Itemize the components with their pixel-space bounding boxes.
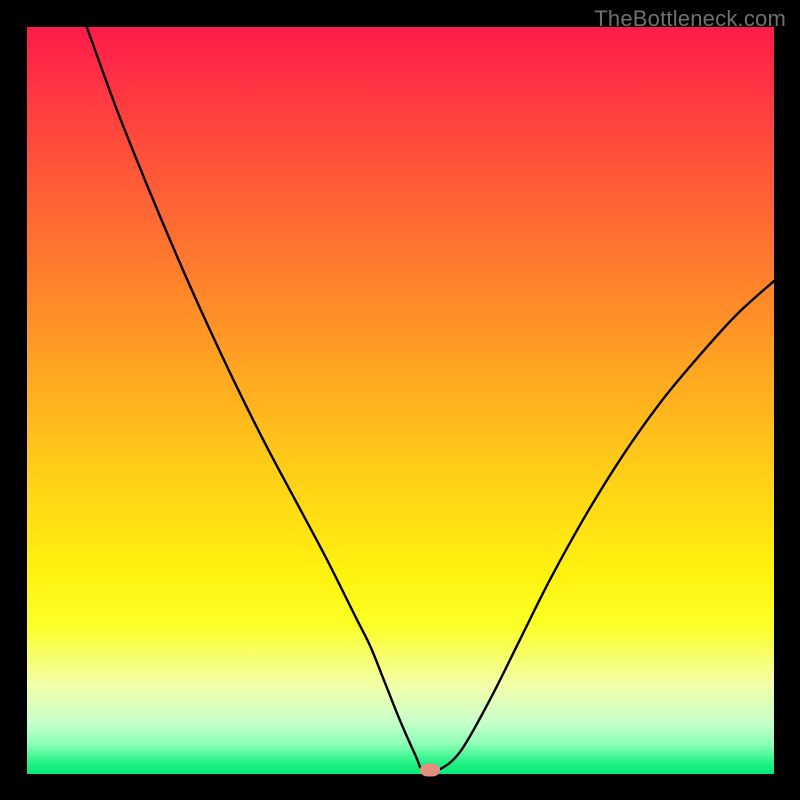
bottleneck-curve — [27, 27, 774, 774]
chart-frame: TheBottleneck.com — [0, 0, 800, 800]
watermark-text: TheBottleneck.com — [594, 6, 786, 32]
plot-area — [27, 27, 774, 774]
optimal-point-marker — [420, 764, 440, 777]
